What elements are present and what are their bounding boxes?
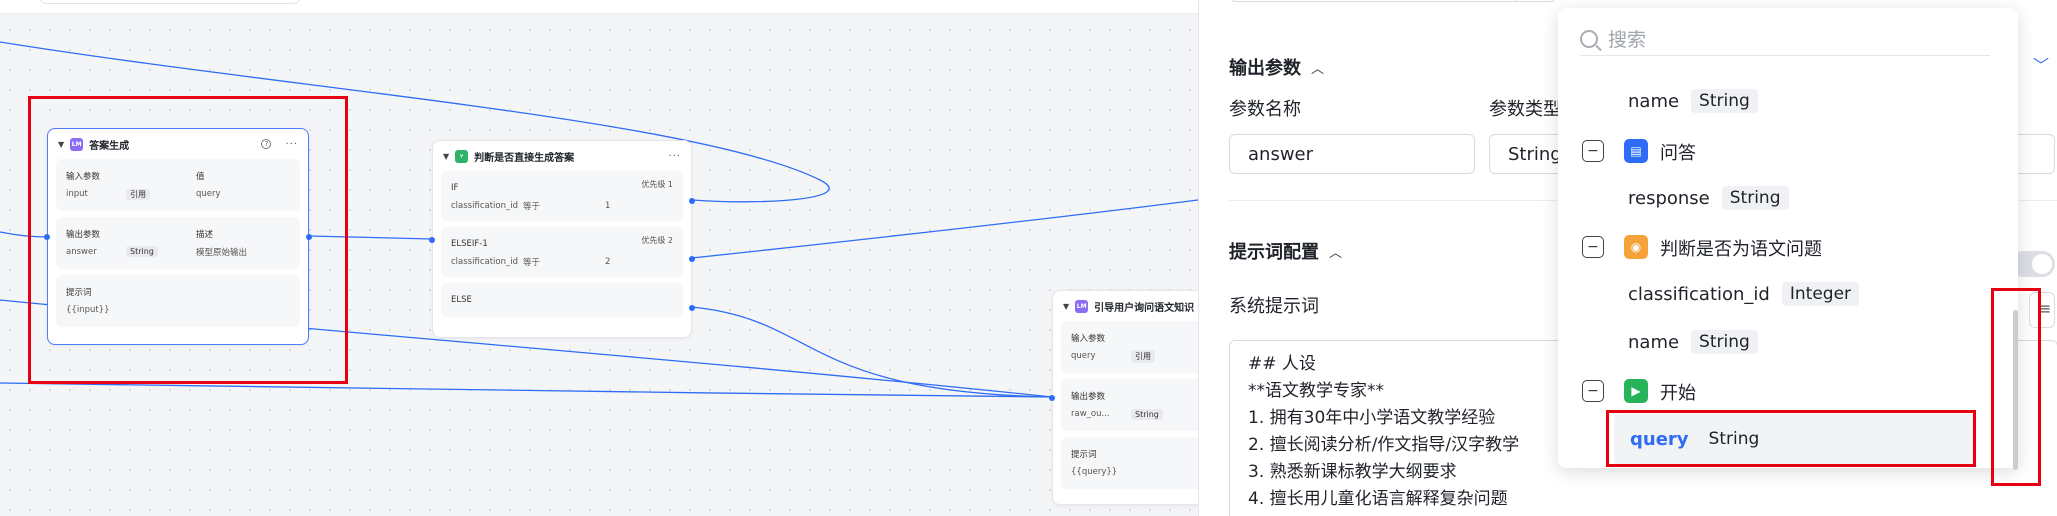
prompt-value: {{query}} [1071, 467, 1118, 477]
collapse-group-qa[interactable]: − [1582, 140, 1604, 162]
node-guide-user[interactable]: ▼ LM 引导用户询问语文知识 输入参数 query 引用 输出参数 raw_ou… [1049, 290, 1198, 505]
param-type-select[interactable]: String [1489, 134, 1569, 174]
system-prompt-label: 系统提示词 [1229, 296, 1319, 317]
var-item-name-2[interactable]: name String [1628, 330, 1758, 354]
collapse-group-judge[interactable]: − [1582, 236, 1604, 258]
param-name-input[interactable]: answer [1229, 134, 1475, 174]
edge-judge-else [691, 306, 1053, 398]
input-section: 输入参数 query 引用 [1061, 321, 1198, 373]
highlight-box-scrollbar [1991, 288, 2041, 486]
condition-icon: ⑂ [455, 149, 469, 163]
output-type-tag: String [1131, 408, 1163, 420]
else-port[interactable] [689, 305, 695, 311]
output-params-label: 输出参数 [1229, 58, 1301, 79]
output-label: 输出参数 [1071, 392, 1106, 402]
prompt-section: 提示词 {{query}} [1061, 437, 1198, 489]
prompt-line: 4. 擅长用儿童化语言解释复杂问题 [1248, 489, 1508, 509]
clipped-row [1748, 56, 1878, 70]
chevron-down-icon[interactable]: ﹀ [2033, 52, 2049, 76]
input-label: 输入参数 [1071, 334, 1106, 344]
judge-icon: ◉ [1624, 235, 1648, 259]
var-item-name[interactable]: name String [1628, 89, 1758, 113]
var-item-classification-id[interactable]: classification_id Integer [1628, 282, 1860, 306]
node-judge-direct-answer[interactable]: ▼ ⑂ 判断是否直接生成答案 ··· 优先级 1 IF classificati… [429, 140, 695, 338]
input-type-tag: 引用 [1131, 349, 1155, 363]
elseif-variable: classification_id [451, 257, 518, 267]
param-type-label: 参数类型 [1489, 99, 1561, 120]
output-params-title[interactable]: 输出参数 ︿ [1229, 54, 1324, 80]
top-field-1[interactable] [1231, 0, 1549, 2]
prompt-config-title[interactable]: 提示词配置 ︿ [1229, 238, 1342, 264]
prompt-label: 提示词 [1071, 450, 1097, 460]
more-icon[interactable]: ··· [668, 151, 681, 162]
else-branch: ELSE [441, 283, 683, 317]
var-type: String [1691, 330, 1758, 354]
output-name: raw_ou... [1071, 409, 1110, 419]
if-priority: 优先级 1 [641, 180, 673, 189]
else-label: ELSE [451, 295, 472, 305]
llm-icon: LM [1075, 299, 1089, 313]
collapse-caret-icon[interactable]: ▼ [1063, 302, 1069, 311]
collapse-caret-icon[interactable]: ▼ [443, 152, 449, 161]
search-placeholder: 搜索 [1608, 29, 1647, 51]
output-section: 输出参数 raw_ou... String [1061, 379, 1198, 431]
var-name: name [1628, 90, 1680, 112]
highlight-box-query [1606, 410, 1976, 467]
chevron-up-icon[interactable]: ︿ [1329, 242, 1342, 261]
if-operator: 等于 [523, 202, 541, 212]
search-icon [1580, 29, 1598, 48]
group-judge-title: 判断是否为语文问题 [1660, 239, 1822, 260]
var-type: Integer [1781, 282, 1860, 306]
elseif-operator: 等于 [523, 258, 541, 268]
var-type: String [1721, 186, 1789, 210]
chevron-up-icon[interactable]: ︿ [1311, 58, 1324, 77]
input-port[interactable] [429, 237, 435, 243]
group-start-title: 开始 [1660, 383, 1696, 404]
collapse-group-start[interactable]: − [1582, 380, 1604, 402]
highlight-box-node [28, 96, 348, 384]
edge-left-bottom [0, 382, 1053, 398]
workflow-canvas[interactable]: ▼ LM 答案生成 ? ··· 输入参数值 input 引用 query 输出参数描… [0, 0, 1198, 516]
var-name: name [1628, 331, 1680, 353]
var-item-response[interactable]: response String [1628, 186, 1789, 210]
if-branch: 优先级 1 IF classification_id 等于 1 [441, 171, 683, 221]
var-name: response [1628, 187, 1710, 209]
param-name-label: 参数名称 [1229, 99, 1301, 120]
var-type: String [1691, 89, 1758, 113]
edge-judge-elseif [691, 199, 1198, 259]
node-title: 判断是否直接生成答案 [474, 152, 575, 164]
input-port[interactable] [1049, 395, 1055, 401]
elseif-port[interactable] [689, 256, 695, 262]
elseif-branch: 优先级 2 ELSEIF-1 classification_id 等于 2 [441, 227, 683, 277]
canvas-toolbar [0, 0, 1198, 14]
var-name: classification_id [1628, 283, 1770, 305]
if-label: IF [451, 183, 459, 193]
input-name: query [1071, 351, 1096, 361]
variable-search[interactable]: 搜索 [1580, 22, 1990, 56]
group-qa-title: 问答 [1660, 143, 1696, 164]
if-value: 1 [605, 201, 611, 211]
toolbar-pill [40, 0, 300, 4]
prompt-config-label: 提示词配置 [1229, 242, 1319, 263]
qa-icon: ▤ [1624, 139, 1648, 163]
start-icon: ▶ [1624, 379, 1648, 403]
elseif-value: 2 [605, 257, 611, 267]
if-variable: classification_id [451, 201, 518, 211]
if-port[interactable] [689, 198, 695, 204]
top-field-2[interactable] [1515, 0, 1555, 2]
elseif-label: ELSEIF-1 [451, 239, 488, 249]
node-title: 引导用户询问语文知识 [1094, 302, 1195, 314]
elseif-priority: 优先级 2 [641, 236, 673, 245]
